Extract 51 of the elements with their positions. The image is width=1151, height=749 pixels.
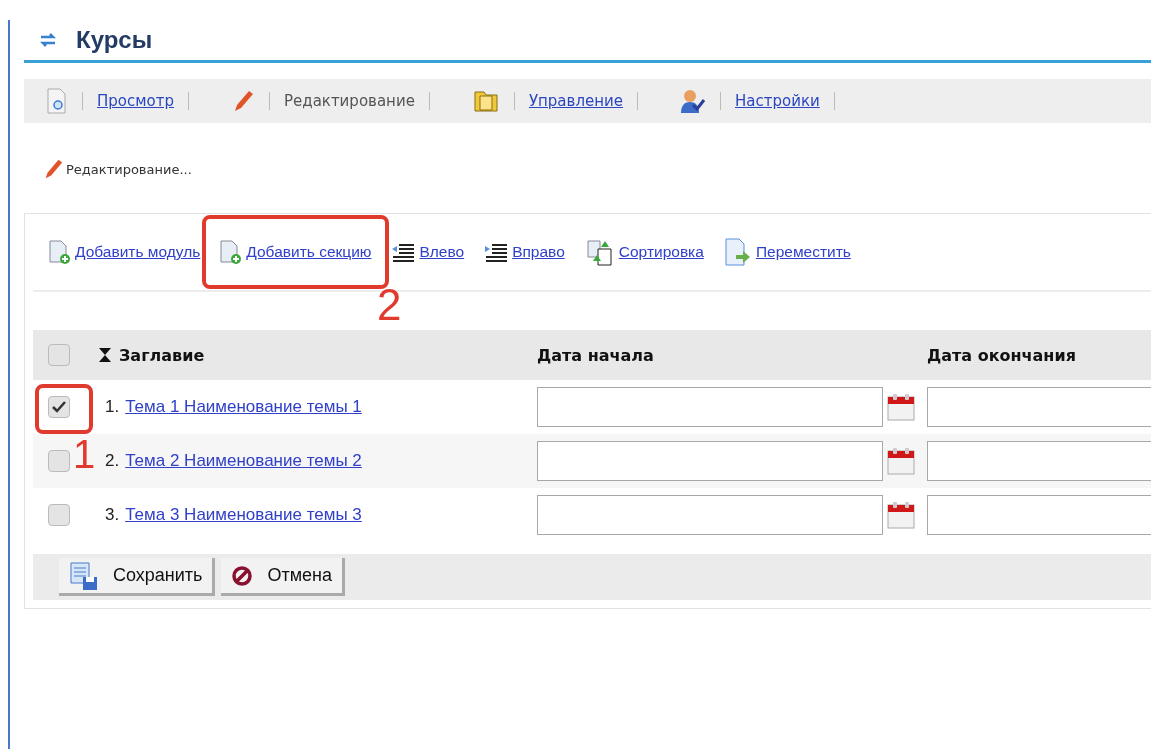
end-date-field[interactable] <box>927 387 1151 427</box>
prohibited-icon <box>231 564 254 587</box>
hourglass-icon <box>99 348 111 362</box>
row-checkbox[interactable] <box>48 504 70 526</box>
folder-icon <box>471 88 500 114</box>
document-arrow-icon <box>723 237 752 267</box>
mode-tab[interactable]: Настройки <box>735 92 820 110</box>
save-icon <box>69 560 99 591</box>
sort-documents-icon <box>584 237 615 267</box>
toolbar-link[interactable]: Сортировка <box>584 237 704 267</box>
topic-link[interactable]: Тема 2 Наименование темы 2 <box>125 451 362 471</box>
row-number: 3. <box>105 505 120 525</box>
calendar-icon <box>887 393 915 421</box>
column-header: Дата начала <box>536 345 655 365</box>
start-date-field[interactable] <box>537 441 883 481</box>
toolbar-link[interactable]: Добавить секцию <box>220 239 372 265</box>
start-date-field[interactable] <box>537 495 883 535</box>
toolbar-link[interactable]: Добавить модуль <box>49 239 201 265</box>
callout-number: 1 <box>73 434 96 474</box>
row-checkbox[interactable] <box>48 450 70 472</box>
topic-link[interactable]: Тема 1 Наименование темы 1 <box>125 397 362 417</box>
calendar-icon <box>887 447 915 475</box>
toolbar-link[interactable]: Вправо <box>484 242 565 262</box>
toolbar-link[interactable]: Переместить <box>723 237 851 267</box>
topic-link[interactable]: Тема 3 Наименование темы 3 <box>125 505 362 525</box>
indent-icon <box>484 242 509 262</box>
user-check-icon <box>680 88 706 114</box>
calendar-icon <box>887 501 915 529</box>
toolbar-button[interactable]: Сохранить <box>59 558 216 596</box>
row-number: 2. <box>105 451 120 471</box>
mode-tab[interactable]: Просмотр <box>97 92 174 110</box>
row-number: 1. <box>105 397 120 417</box>
toolbar-link[interactable]: Влево <box>391 242 465 262</box>
page-title: Курсы <box>76 26 153 54</box>
mode-tab[interactable]: Редактирование <box>284 92 415 110</box>
document-search-icon <box>46 88 68 114</box>
outdent-icon <box>391 242 416 262</box>
mode-tab[interactable]: Управление <box>528 92 623 110</box>
select-all-checkbox[interactable] <box>48 344 70 366</box>
column-header: Заглавие <box>119 345 205 365</box>
add-document-icon <box>220 239 243 265</box>
start-date-field[interactable] <box>537 387 883 427</box>
end-date-field[interactable] <box>927 495 1151 535</box>
end-date-field[interactable] <box>927 441 1151 481</box>
check-icon <box>52 401 66 413</box>
row-checkbox[interactable] <box>48 396 70 418</box>
add-document-icon <box>49 239 71 265</box>
column-header: Дата окончания <box>926 345 1077 365</box>
toolbar-button[interactable]: Отмена <box>221 558 346 596</box>
callout-number: 2 <box>376 283 402 327</box>
status-text: Редактирование... <box>66 161 192 177</box>
